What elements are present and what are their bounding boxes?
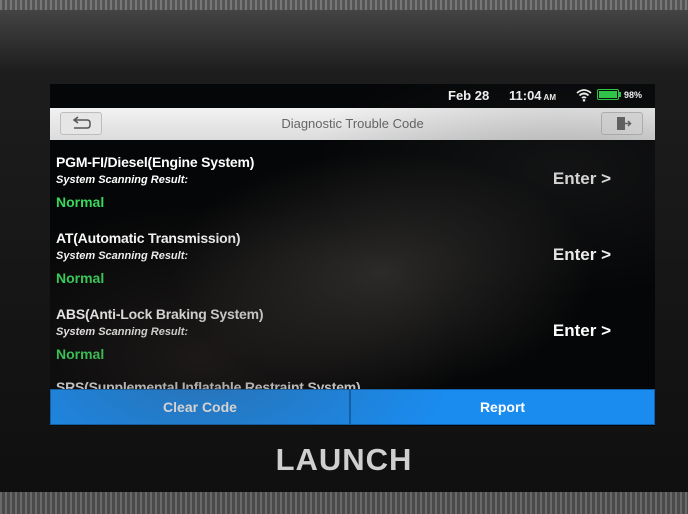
device-frame-top <box>0 0 688 10</box>
device-frame-bottom <box>0 492 688 514</box>
status-ampm: AM <box>543 93 556 102</box>
wifi-icon <box>576 89 592 102</box>
enter-button[interactable]: Enter > <box>553 245 611 265</box>
status-clock: 11:04 <box>509 88 542 103</box>
system-item-engine[interactable]: PGM-FI/Diesel(Engine System) System Scan… <box>50 154 655 230</box>
title-bar: Diagnostic Trouble Code <box>50 108 655 140</box>
status-bar: Feb 28 11:04 AM 98% <box>50 84 655 108</box>
scan-result-status: Normal <box>56 194 105 210</box>
system-name: ABS(Anti-Lock Braking System) <box>56 306 264 322</box>
action-bar: Clear Code Report <box>50 389 655 425</box>
status-date: Feb 28 <box>448 88 490 103</box>
brand-logo: LAUNCH <box>275 442 413 477</box>
system-name: AT(Automatic Transmission) <box>56 230 241 246</box>
system-list: PGM-FI/Diesel(Engine System) System Scan… <box>50 140 655 390</box>
page-title: Diagnostic Trouble Code <box>281 116 424 131</box>
battery-nub <box>619 92 621 97</box>
clear-code-button[interactable]: Clear Code <box>50 389 350 425</box>
system-item-abs[interactable]: ABS(Anti-Lock Braking System) System Sca… <box>50 306 655 382</box>
scan-result-label: System Scanning Result: <box>56 250 189 262</box>
status-time: 11:04 AM <box>509 88 556 103</box>
system-name: PGM-FI/Diesel(Engine System) <box>56 154 255 170</box>
device-screen: Feb 28 11:04 AM 98% Diagnostic Trouble Co… <box>50 84 655 426</box>
scan-result-label: System Scanning Result: <box>56 326 189 338</box>
system-item-transmission[interactable]: AT(Automatic Transmission) System Scanni… <box>50 230 655 306</box>
scan-result-label: System Scanning Result: <box>56 174 189 186</box>
report-button[interactable]: Report <box>350 389 655 425</box>
battery-level-fill <box>599 91 617 98</box>
scan-result-status: Normal <box>56 270 105 286</box>
exit-icon <box>617 117 632 130</box>
enter-button[interactable]: Enter > <box>553 321 611 341</box>
scan-result-status: Normal <box>56 346 105 362</box>
battery-icon <box>597 89 619 100</box>
exit-button[interactable] <box>601 112 643 135</box>
enter-button[interactable]: Enter > <box>553 169 611 189</box>
battery-percent: 98% <box>624 90 643 100</box>
